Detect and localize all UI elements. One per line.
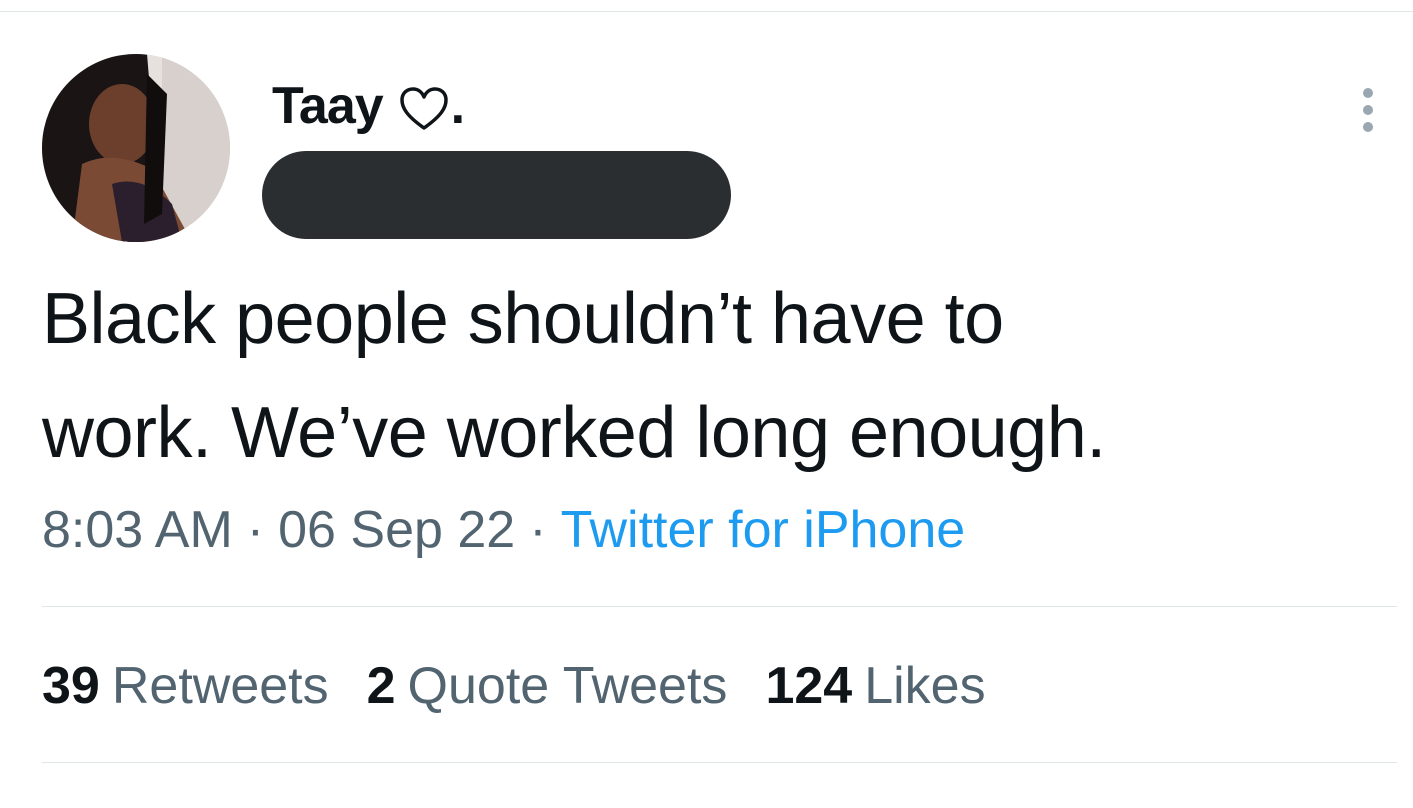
- stats-bottom-divider: [42, 762, 1397, 763]
- display-name-text: Taay: [272, 77, 384, 135]
- tweet-meta: 8:03 AM · 06 Sep 22 · Twitter for iPhone: [42, 498, 965, 562]
- likes-count: 124: [765, 657, 853, 715]
- likes-label: Likes: [864, 657, 986, 715]
- quote-tweets-count: 2: [366, 657, 396, 715]
- quote-tweets-stat[interactable]: 2 Quote Tweets: [367, 654, 728, 718]
- redacted-handle: [262, 151, 731, 239]
- top-divider: [0, 11, 1413, 12]
- tweet-source-link[interactable]: Twitter for iPhone: [561, 501, 966, 559]
- display-name[interactable]: Taay .: [272, 74, 465, 138]
- meta-separator: ·: [529, 501, 547, 559]
- tweet-date[interactable]: 06 Sep 22: [278, 501, 515, 559]
- tweet-time[interactable]: 8:03 AM: [42, 501, 233, 559]
- stats-top-divider: [42, 606, 1397, 607]
- more-vertical-icon[interactable]: [1354, 86, 1382, 136]
- retweets-label: Retweets: [111, 657, 329, 715]
- display-name-suffix: .: [450, 77, 465, 135]
- tweet-text: Black people shouldn’t have to work. We’…: [42, 279, 1106, 473]
- retweets-count: 39: [42, 657, 100, 715]
- quote-tweets-label: Quote Tweets: [407, 657, 728, 715]
- retweets-stat[interactable]: 39 Retweets: [42, 654, 329, 718]
- avatar[interactable]: [42, 54, 230, 242]
- white-heart-icon: [399, 83, 449, 130]
- meta-separator: ·: [246, 501, 265, 559]
- avatar-photo: [42, 54, 230, 242]
- likes-stat[interactable]: 124 Likes: [765, 654, 985, 718]
- tweet-stats: 39 Retweets 2 Quote Tweets 124 Likes: [42, 654, 1024, 718]
